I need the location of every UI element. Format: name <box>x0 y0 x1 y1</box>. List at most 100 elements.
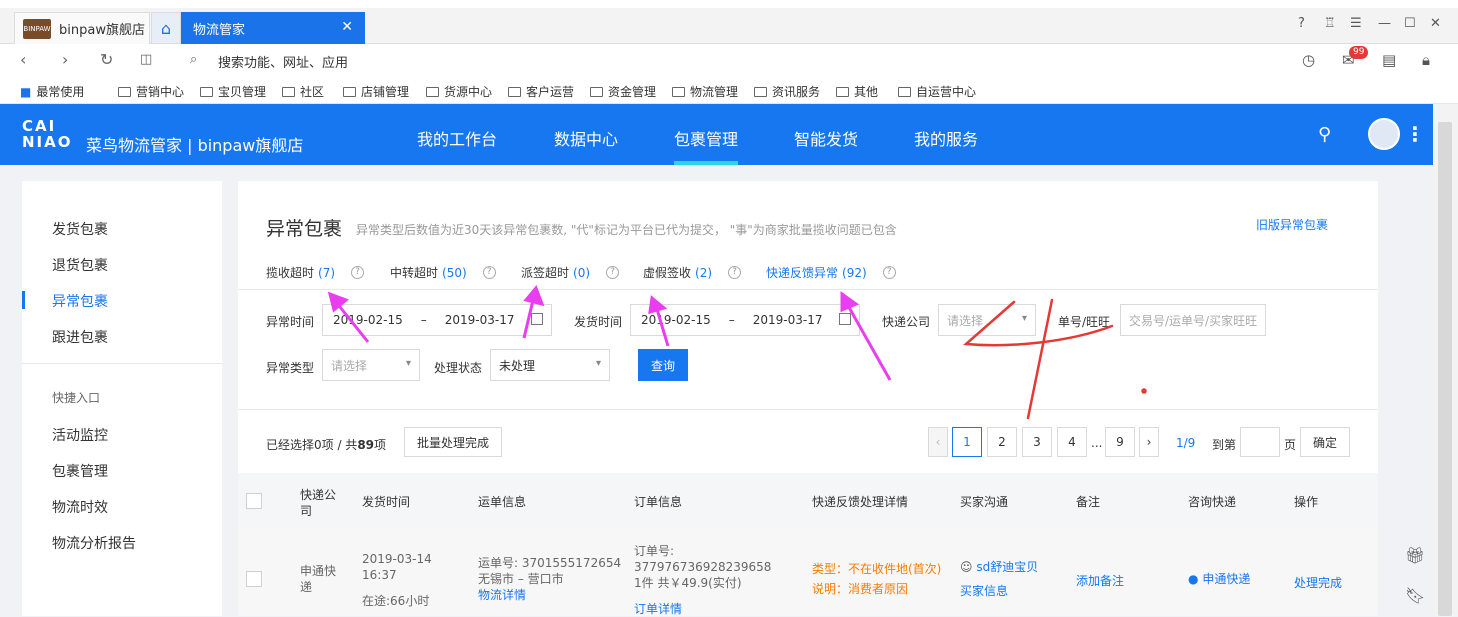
sidebar: 发货包裹 退货包裹 异常包裹 跟进包裹 快捷入口 活动监控 包裹管理 物流时效 … <box>22 181 222 616</box>
tab-wuliu[interactable]: 物流管家 ✕ <box>181 12 365 44</box>
tab-delivery-timeout[interactable]: 派签超时 (0)? <box>521 264 620 281</box>
lock-icon[interactable]: 🔒︎ <box>1422 51 1430 69</box>
bookmark-item[interactable]: 资讯服务 <box>754 83 820 100</box>
bookmark-item[interactable]: 自运营中心 <box>898 83 976 100</box>
tab-pickup-timeout[interactable]: 揽收超时 (7)? <box>266 264 365 281</box>
courier-select[interactable]: 请选择 ▾ <box>938 304 1036 336</box>
close-tab-icon[interactable]: ✕ <box>341 19 353 35</box>
next-page-button[interactable]: › <box>1139 427 1159 457</box>
tab-transit-timeout[interactable]: 中转超时 (50)? <box>390 264 496 281</box>
help-icon[interactable]: ? <box>606 266 620 279</box>
type-select[interactable]: 请选择 ▾ <box>322 349 420 381</box>
sidebar-item-parcel[interactable]: 包裹管理 <box>52 461 108 481</box>
bookmark-icon[interactable]: 🔖︎ <box>1405 586 1425 605</box>
page-4[interactable]: 4 <box>1057 427 1087 457</box>
location-icon[interactable]: ⚲ <box>1318 124 1331 145</box>
ship-date-range[interactable]: 2019-02-15 – 2019-03-17 <box>630 304 860 336</box>
help-icon[interactable]: ? <box>728 266 742 279</box>
maximize-icon[interactable]: ☐ <box>1404 16 1416 31</box>
sidebar-item-return[interactable]: 退货包裹 <box>52 255 108 275</box>
col-waybill: 运单信息 <box>478 495 527 509</box>
add-remark-link[interactable]: 添加备注 <box>1076 573 1124 589</box>
close-window-icon[interactable]: ✕ <box>1430 16 1441 31</box>
prev-page-button[interactable]: ‹ <box>928 427 948 457</box>
page-9[interactable]: 9 <box>1105 427 1135 457</box>
nav-my-service[interactable]: 我的服务 <box>914 126 978 150</box>
nav-parcel-manage[interactable]: 包裹管理 <box>674 126 738 150</box>
page-1[interactable]: 1 <box>952 427 982 457</box>
bookmark-item[interactable]: 宝贝管理 <box>200 83 266 100</box>
complete-action-link[interactable]: 处理完成 <box>1294 575 1342 591</box>
sidebar-item-activity[interactable]: 活动监控 <box>52 425 108 445</box>
forward-icon[interactable]: › <box>62 50 68 69</box>
buyer-info-link[interactable]: 买家信息 <box>960 583 1008 599</box>
buyer-chat-link[interactable]: ☺ sd舒迪宝贝 <box>960 559 1038 575</box>
order-detail-link[interactable]: 订单详情 <box>634 601 682 617</box>
page-2[interactable]: 2 <box>987 427 1017 457</box>
shop-logo-icon: BINPAW <box>23 18 51 39</box>
cainiao-logo[interactable]: CAI NIAO <box>22 118 73 150</box>
bookmark-item[interactable]: 货源中心 <box>426 83 492 100</box>
tab-bar: BINPAW binpaw旗舰店 ⌂ 物流管家 ✕ ? ♖ ☰ — ☐ ✕ <box>0 8 1458 44</box>
tab-courier-feedback[interactable]: 快递反馈异常 (92)? <box>766 264 896 281</box>
menu-icon[interactable]: ☰ <box>1350 16 1362 31</box>
help-icon[interactable]: ? <box>1298 16 1305 31</box>
sidebar-item-timeliness[interactable]: 物流时效 <box>52 497 108 517</box>
gift-icon[interactable]: 🎁︎ <box>1405 546 1425 565</box>
confirm-page-button[interactable]: 确定 <box>1300 427 1350 457</box>
bookmark-item[interactable]: 其他 <box>836 83 878 100</box>
consult-courier-link[interactable]: ● 申通快递 <box>1188 571 1250 587</box>
nav-smart-ship[interactable]: 智能发货 <box>794 126 858 150</box>
help-icon[interactable]: ? <box>482 266 496 279</box>
browser-chrome: BINPAW binpaw旗舰店 ⌂ 物流管家 ✕ ? ♖ ☰ — ☐ ✕ ‹ … <box>0 0 1458 104</box>
clock-icon[interactable]: ◷ <box>1302 51 1315 69</box>
folder-icon <box>118 86 131 97</box>
bookmark-item[interactable]: 物流管理 <box>672 83 738 100</box>
back-icon[interactable]: ‹ <box>20 50 26 69</box>
old-version-link[interactable]: 旧版异常包裹 <box>1256 216 1328 233</box>
scrollbar-thumb[interactable] <box>1438 122 1452 616</box>
screenshot-icon[interactable]: ◫ <box>140 52 152 67</box>
col-action: 操作 <box>1294 495 1319 509</box>
query-button[interactable]: 查询 <box>638 349 688 381</box>
skin-icon[interactable]: ♖ <box>1324 16 1336 31</box>
more-icon[interactable]: ⋮ <box>1405 122 1425 146</box>
sidebar-item-abnormal[interactable]: 异常包裹 <box>52 291 108 311</box>
address-input[interactable]: 搜索功能、网址、应用 <box>218 52 348 71</box>
home-icon[interactable]: ⌂ <box>151 12 181 44</box>
col-buyer: 买家沟通 <box>960 495 1009 509</box>
row-checkbox[interactable] <box>246 571 262 587</box>
folder-icon <box>672 86 685 97</box>
batch-complete-button[interactable]: 批量处理完成 <box>404 427 502 457</box>
tab-fake-sign[interactable]: 虚假签收 (2)? <box>643 264 742 281</box>
page-3[interactable]: 3 <box>1022 427 1052 457</box>
avatar[interactable] <box>1368 118 1400 150</box>
logistics-detail-link[interactable]: 物流详情 <box>478 587 526 603</box>
bookmark-item[interactable]: 营销中心 <box>118 83 184 100</box>
bookmark-item[interactable]: 客户运营 <box>508 83 574 100</box>
refresh-icon[interactable]: ↻ <box>100 50 113 69</box>
nav-workbench[interactable]: 我的工作台 <box>417 126 497 150</box>
sidebar-item-ship[interactable]: 发货包裹 <box>52 219 108 239</box>
help-icon[interactable]: ? <box>351 266 365 279</box>
minimize-icon[interactable]: — <box>1378 16 1391 31</box>
help-icon[interactable]: ? <box>882 266 896 279</box>
nav-data-center[interactable]: 数据中心 <box>554 126 618 150</box>
select-all-checkbox[interactable] <box>246 493 262 509</box>
bookmark-item[interactable]: 店铺管理 <box>343 83 409 100</box>
bookmark-item[interactable]: 社区 <box>282 83 324 100</box>
tab-binpaw[interactable]: BINPAW binpaw旗舰店 <box>14 12 150 44</box>
page-scrollbar[interactable] <box>1433 104 1458 616</box>
status-select[interactable]: 未处理 ▾ <box>490 349 610 381</box>
wangwang-icon: ☺ <box>960 560 973 574</box>
bookmark-item[interactable]: ■ 最常使用 <box>20 83 84 100</box>
sidebar-item-report[interactable]: 物流分析报告 <box>52 533 136 553</box>
card-icon[interactable]: ▤ <box>1382 51 1396 69</box>
bookmark-item[interactable]: 资金管理 <box>590 83 656 100</box>
order-input[interactable]: 交易号/运单号/买家旺旺 <box>1120 304 1266 336</box>
abnormal-date-range[interactable]: 2019-02-15 – 2019-03-17 <box>322 304 552 336</box>
bookmarks-bar: ■ 最常使用 营销中心 宝贝管理 社区 店铺管理 货源中心 客户运营 资金管理 物… <box>0 76 1458 104</box>
sidebar-item-follow[interactable]: 跟进包裹 <box>52 327 108 347</box>
cell-order-no: 377976736928239658 <box>634 560 772 574</box>
goto-page-input[interactable] <box>1240 427 1280 457</box>
